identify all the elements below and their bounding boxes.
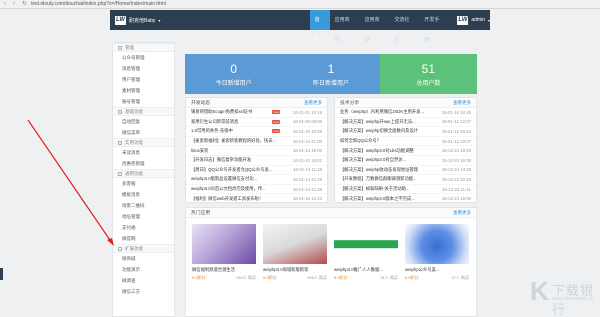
annotation-arrow: [27, 119, 114, 246]
watermark-url: www.downbank.cn: [552, 296, 594, 302]
arrow-line: [27, 119, 113, 244]
site-watermark: K 下载银行 www.downbank.cn: [530, 272, 596, 317]
arrow-head: [107, 238, 114, 246]
watermark-logo: K: [530, 276, 549, 306]
left-edge-tab[interactable]: [0, 268, 3, 280]
